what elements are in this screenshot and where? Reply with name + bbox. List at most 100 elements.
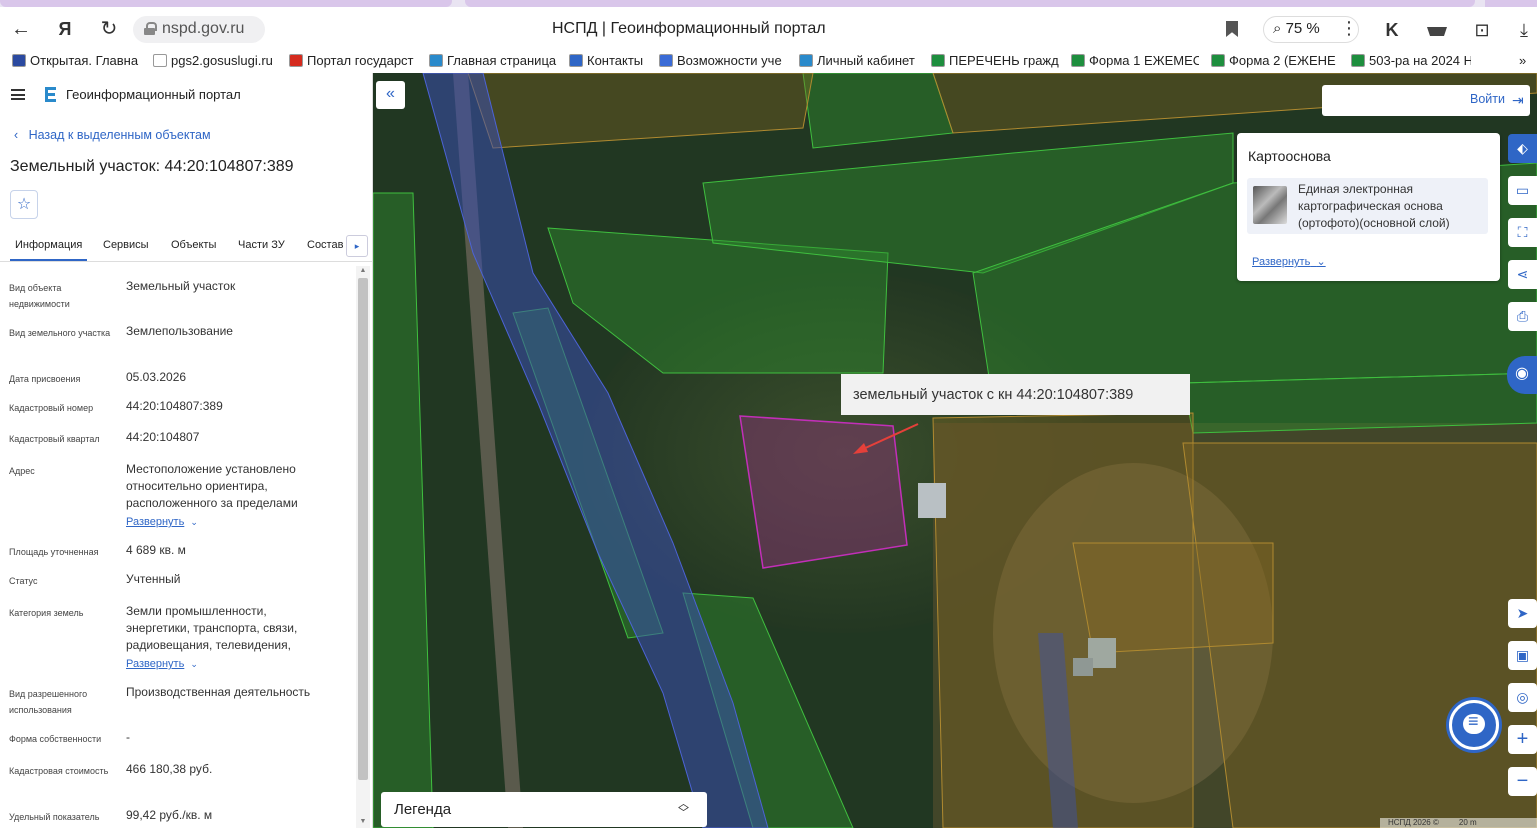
favorite-star-icon[interactable]: ☆ [10,190,38,219]
bookmark-label: Открытая. Главна [30,53,139,68]
basemap-expand-link[interactable]: Развернуть ⌄ [1252,255,1326,268]
back-link[interactable]: ‹ Назад к выделенным объектам [14,128,211,142]
zoom-level[interactable]: ⌕ 75 % [1273,20,1320,37]
tab-strip [0,0,1537,7]
geolocation-icon[interactable]: ◎ [1508,683,1537,712]
prop-label: Форма собственности [9,734,102,744]
download-icon[interactable]: ⤓ [1513,19,1535,41]
prop-label: Категория земель [9,608,84,618]
browser-tab[interactable] [0,0,452,7]
tab-parts[interactable]: Части ЗУ [238,239,285,251]
minimap-icon[interactable]: ▣ [1508,641,1537,670]
login-icon[interactable]: ⇥ [1512,92,1524,109]
bookmark-item[interactable]: Личный кабинет [799,53,919,68]
prop-value: 466 180,38 руб. [126,762,213,776]
bookmark-favicon-icon [12,54,26,67]
zoom-in-icon[interactable]: + [1508,725,1537,754]
back-arrow-icon[interactable]: ← [8,17,34,43]
basemap-thumbnail[interactable] [1253,186,1287,224]
bookmark-item[interactable]: Открытая. Главна [12,53,140,68]
select-area-icon[interactable]: ⛶ [1508,218,1537,247]
bookmark-item[interactable]: Форма 1 ЕЖЕМЕС [1071,53,1199,68]
extension-k-icon[interactable]: K [1381,19,1403,41]
scroll-up-icon[interactable]: ▲ [357,267,369,274]
building [918,483,946,518]
legend-label[interactable]: Легенда [394,801,451,818]
browser-tab[interactable] [465,0,1475,7]
chevron-down-icon: ⌄ [190,659,198,669]
expand-address-link[interactable]: Развернуть ⌄ [126,516,198,528]
expand-label: Развернуть [126,658,185,670]
bookmark-item[interactable]: ПЕРЕЧЕНЬ гражд [931,53,1059,68]
bookmark-item[interactable]: Возможности уче [659,53,787,68]
chat-icon [1463,711,1485,734]
menu-icon[interactable] [11,89,25,100]
selected-parcel[interactable] [739,415,908,569]
bookmark-icon[interactable] [1226,21,1238,37]
expand-label: Развернуть [126,516,185,528]
prop-value: Производственная деятельность [126,685,311,699]
print-icon[interactable]: ⎙ [1508,302,1537,331]
parcel-title: Земельный участок: 44:20:104807:389 [10,158,294,175]
bookmark-item[interactable]: Портал государст [289,53,417,68]
bookmark-item[interactable]: Контакты [569,53,647,68]
bookmark-favicon-icon [289,54,303,67]
map-attribution: НСПД 2026 © 20 m [1380,818,1537,828]
url-text[interactable]: nspd.gov.ru [162,20,244,38]
prop-value: 44:20:104807 [126,430,200,444]
basemap-title: Картооснова [1248,148,1331,164]
bookmark-item[interactable]: Главная страница [429,53,557,68]
prop-value: Землепользование [126,324,233,338]
tab-services[interactable]: Сервисы [103,239,149,251]
tab-objects[interactable]: Объекты [171,239,216,251]
tabs-next-chevron-icon[interactable]: ▸ [346,235,368,257]
login-label[interactable]: Войти [1470,92,1505,106]
prop-label: Кадастровый квартал [9,434,100,444]
scale-text: 20 m [1458,818,1477,827]
bookmark-label: Возможности уче [677,53,782,68]
reload-icon[interactable]: ↻ [96,17,122,43]
collapse-panel-icon[interactable]: « [376,81,405,109]
tab-information[interactable]: Информация [9,239,88,261]
layers-icon[interactable]: ⬖ [1508,134,1537,163]
expand-category-link[interactable]: Развернуть ⌄ [126,658,198,670]
zoom-value: 75 % [1285,20,1320,37]
chevron-down-icon: ⌄ [1316,256,1326,268]
prop-value: Земли промышленности, энергетики, трансп… [126,604,298,652]
portal-logo-icon [43,86,58,103]
yandex-icon[interactable]: Я [52,17,78,43]
chat-button[interactable] [1449,700,1499,750]
bookmark-label: Главная страница [447,53,557,68]
more-bookmarks-icon[interactable]: » [1519,53,1526,68]
bookmarks-bar: Открытая. Главна pgs2.gosuslugi.ru Портал … [0,51,1537,73]
zoom-out-icon[interactable]: − [1508,767,1537,796]
bookmark-item[interactable]: pgs2.gosuslugi.ru [153,53,277,68]
more-menu-icon[interactable]: ⋮ [1340,18,1358,39]
scroll-down-icon[interactable]: ▼ [357,818,369,825]
share-icon[interactable]: ⋖ [1508,260,1537,289]
prop-label: Удельный показатель [9,812,100,822]
ruler-icon[interactable]: ▭ [1508,176,1537,205]
bookmark-favicon-icon [659,54,673,67]
legend-toggle-icon[interactable]: ︿ ﹀ [678,799,689,819]
browser-tab[interactable] [1485,0,1537,7]
prop-label: Статус [9,576,38,586]
portal-name[interactable]: Геоинформационный портал [66,87,241,102]
prop-label: Дата присвоения [9,374,81,384]
lock-icon[interactable] [144,22,157,35]
basemap-layer-name[interactable]: Единая электронная картографическая осно… [1298,181,1480,232]
prop-label: Вид разрешенного использования [9,689,88,715]
bookmark-item[interactable]: 503-ра на 2024 Н [1351,53,1471,68]
bookmark-item[interactable]: Форма 2 (ЕЖЕНЕ [1211,53,1339,68]
prop-label: Кадастровая стоимость [9,766,109,776]
extension-puzzle-icon[interactable]: ⊡ [1471,19,1493,41]
locate-me-icon[interactable]: ➤ [1508,599,1537,628]
annotation-text: земельный участок с кн 44:20:104807:389 [853,387,1134,403]
extension-cloud-icon[interactable] [1426,21,1448,43]
page-title: НСПД | Геоинформационный портал [552,20,826,37]
tab-composition[interactable]: Состав [307,239,343,251]
prop-value: 4 689 кв. м [126,543,186,557]
prop-label: Вид объекта недвижимости [9,283,70,309]
scrollbar-thumb[interactable] [358,278,368,780]
assistant-icon[interactable]: ◉ [1507,356,1537,394]
